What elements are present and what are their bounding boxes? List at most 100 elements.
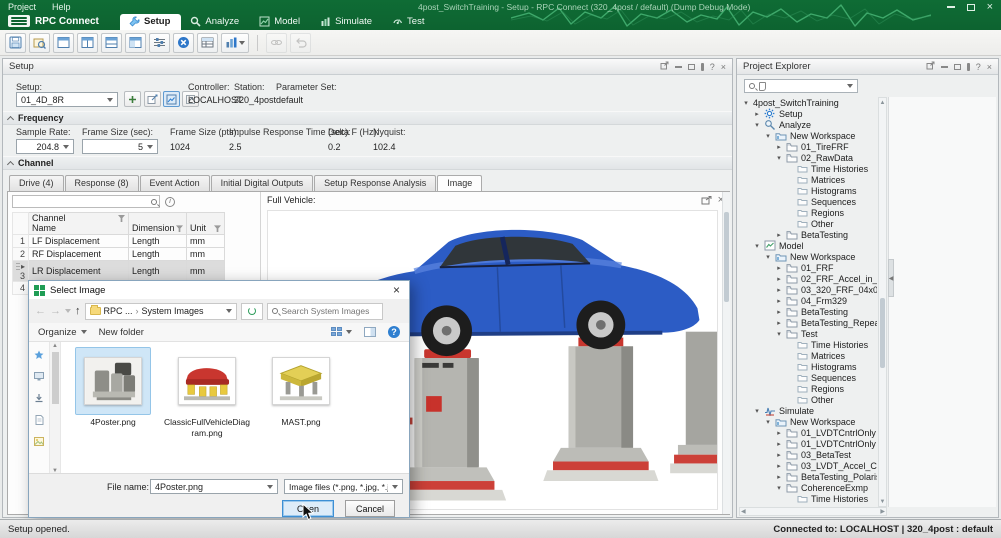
tree-item[interactable]: ▾New Workspace bbox=[739, 130, 877, 141]
column-header[interactable]: Unit bbox=[187, 213, 225, 235]
tree-item[interactable]: ▾02_RawData bbox=[739, 152, 877, 163]
channel-search-box[interactable] bbox=[12, 195, 160, 208]
save-button[interactable] bbox=[5, 33, 26, 53]
expander-icon[interactable]: ▸ bbox=[775, 473, 783, 481]
dialog-close-icon[interactable]: × bbox=[389, 283, 404, 297]
table-row[interactable]: 1LF DisplacementLengthmm bbox=[13, 234, 225, 247]
tree-item[interactable]: ▾Model bbox=[739, 240, 877, 251]
sample-rate-select[interactable]: 204.8 bbox=[16, 139, 74, 154]
cancel-button[interactable]: Cancel bbox=[345, 500, 395, 517]
maximize-icon[interactable] bbox=[688, 64, 695, 70]
scroll-right-icon[interactable]: ▶ bbox=[880, 508, 885, 515]
tree-item[interactable]: Regions bbox=[739, 207, 877, 218]
channel-tab-setup-response-analysis[interactable]: Setup Response Analysis bbox=[314, 175, 436, 191]
new-folder-button[interactable]: New folder bbox=[99, 327, 144, 338]
tree-item[interactable]: Regions bbox=[739, 383, 877, 394]
dialog-search-box[interactable] bbox=[267, 303, 383, 320]
layout-c-button[interactable] bbox=[101, 33, 122, 53]
expander-icon[interactable]: ▸ bbox=[775, 143, 783, 151]
close-icon[interactable]: × bbox=[721, 63, 726, 71]
tree-item[interactable]: ▸Setup bbox=[739, 108, 877, 119]
help-icon[interactable]: ? bbox=[710, 63, 715, 71]
desktop-icon[interactable] bbox=[34, 372, 44, 384]
filter-icon[interactable] bbox=[176, 225, 183, 232]
refresh-button[interactable] bbox=[241, 303, 263, 320]
expander-icon[interactable]: ▾ bbox=[764, 418, 772, 426]
sliders-button[interactable] bbox=[149, 33, 170, 53]
expander-icon[interactable]: ▾ bbox=[775, 330, 783, 338]
project-filter-box[interactable] bbox=[744, 79, 858, 93]
maximize-icon[interactable] bbox=[967, 4, 975, 11]
menu-project[interactable]: Project bbox=[8, 2, 36, 12]
help-icon[interactable]: ? bbox=[976, 63, 981, 71]
frequency-section-header[interactable]: Frequency bbox=[3, 111, 732, 125]
file-item[interactable]: MAST.png bbox=[257, 348, 345, 428]
tree-item[interactable]: ▾Analyze bbox=[739, 119, 877, 130]
tree-item[interactable]: ▾Simulate bbox=[739, 405, 877, 416]
filter-icon[interactable] bbox=[118, 215, 125, 222]
tree-item[interactable]: ▸03_BetaTest bbox=[739, 449, 877, 460]
layout-a-button[interactable] bbox=[53, 33, 74, 53]
pictures-icon[interactable] bbox=[34, 437, 44, 449]
expander-icon[interactable]: ▸ bbox=[775, 297, 783, 305]
browse-image-icon[interactable] bbox=[701, 196, 712, 205]
tree-item[interactable]: ▸01_LVDTCntrlOnly bbox=[739, 427, 877, 438]
ribbon-tab-model[interactable]: Model bbox=[250, 14, 311, 30]
expander-icon[interactable]: ▸ bbox=[775, 231, 783, 239]
tree-item[interactable]: ▸01_FRF bbox=[739, 262, 877, 273]
channel-tab-drive-4-[interactable]: Drive (4) bbox=[9, 175, 64, 191]
scroll-up-icon[interactable]: ▲ bbox=[50, 343, 60, 349]
image-view-button[interactable] bbox=[163, 91, 180, 107]
tree-item[interactable]: Matrices bbox=[739, 174, 877, 185]
project-tree-hscrollbar[interactable]: ◀ ▶ bbox=[739, 507, 887, 516]
ribbon-tab-setup[interactable]: Setup bbox=[120, 14, 181, 30]
expander-icon[interactable]: ▾ bbox=[775, 484, 783, 492]
tree-item[interactable]: ▸BetaTesting bbox=[739, 229, 877, 240]
pin-icon[interactable] bbox=[967, 63, 970, 71]
scroll-left-icon[interactable]: ◀ bbox=[741, 508, 746, 515]
filter-icon[interactable] bbox=[214, 225, 221, 232]
channel-search-input[interactable] bbox=[15, 197, 151, 207]
tree-item[interactable]: ▸BetaTesting_Repeat bbox=[739, 317, 877, 328]
scroll-up-icon[interactable]: ▲ bbox=[879, 98, 886, 107]
layout-d-button[interactable] bbox=[125, 33, 146, 53]
channel-tab-image[interactable]: Image bbox=[437, 175, 482, 192]
chart-picker-button[interactable] bbox=[221, 33, 249, 53]
file-name-input[interactable]: 4Poster.png bbox=[150, 479, 278, 494]
organize-menu[interactable]: Organize bbox=[38, 327, 87, 338]
expander-icon[interactable]: ▾ bbox=[753, 121, 761, 129]
snapshot-button[interactable] bbox=[29, 33, 50, 53]
expander-icon[interactable]: ▸ bbox=[775, 286, 783, 294]
file-item[interactable]: ClassicFullVehicleDiagram.png bbox=[163, 348, 251, 438]
menu-help[interactable]: Help bbox=[52, 2, 71, 12]
sidebar-scrollbar[interactable]: ▲ ▼ bbox=[49, 342, 61, 475]
drag-handle-icon[interactable] bbox=[16, 262, 20, 271]
tree-item[interactable]: ▸02_FRF_Accel_in_g bbox=[739, 273, 877, 284]
ribbon-tab-analyze[interactable]: Analyze bbox=[181, 14, 250, 30]
tree-item[interactable]: ▾CoherenceExmp bbox=[739, 482, 877, 493]
expander-icon[interactable]: ▸ bbox=[775, 275, 783, 283]
history-chevron-icon[interactable] bbox=[65, 309, 71, 313]
table-row[interactable]: 2RF DisplacementLengthmm bbox=[13, 247, 225, 260]
expander-icon[interactable]: ▾ bbox=[753, 242, 761, 250]
tree-item[interactable]: Time Histories bbox=[739, 163, 877, 174]
tree-item[interactable]: Histograms bbox=[739, 185, 877, 196]
pin-icon[interactable] bbox=[701, 63, 704, 71]
table-button[interactable] bbox=[197, 33, 218, 53]
expander-icon[interactable]: ▾ bbox=[753, 407, 761, 415]
tree-item[interactable]: ▸BetaTesting bbox=[739, 306, 877, 317]
channel-tab-initial-digital-outputs[interactable]: Initial Digital Outputs bbox=[211, 175, 314, 191]
maximize-icon[interactable] bbox=[954, 64, 961, 70]
tree-item[interactable]: ▸03_LVDT_Accel_Cntrl bbox=[739, 460, 877, 471]
scroll-down-icon[interactable]: ▼ bbox=[879, 497, 886, 506]
expander-icon[interactable]: ▸ bbox=[775, 264, 783, 272]
tree-item[interactable]: Matrices bbox=[739, 350, 877, 361]
expander-icon[interactable]: ▾ bbox=[775, 154, 783, 162]
downloads-icon[interactable] bbox=[34, 393, 44, 406]
frame-size-sec-select[interactable]: 5 bbox=[82, 139, 158, 154]
tree-item[interactable]: Time Histories bbox=[739, 339, 877, 350]
info-icon[interactable]: i bbox=[165, 197, 175, 207]
tree-item[interactable]: Time Histories bbox=[739, 493, 877, 504]
help-icon[interactable]: ? bbox=[388, 326, 400, 338]
tree-item[interactable]: Sequences bbox=[739, 372, 877, 383]
